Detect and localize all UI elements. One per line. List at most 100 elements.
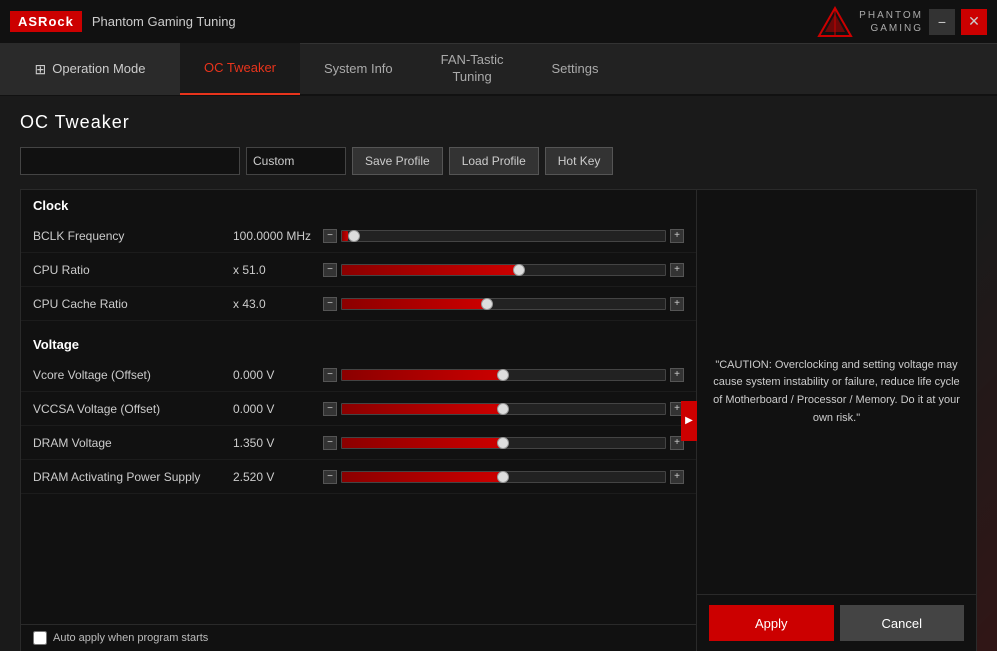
titlebar-left: ASRock Phantom Gaming Tuning [10,11,236,32]
slider-minus[interactable]: − [323,263,337,277]
table-row: CPU Cache Ratio x 43.0 − + [21,287,696,321]
slider-track[interactable] [341,369,666,381]
profile-name-input[interactable] [246,147,346,175]
slider-track[interactable] [341,437,666,449]
table-row: DRAM Voltage 1.350 V − + [21,426,696,460]
setting-label: VCCSA Voltage (Offset) [33,402,233,416]
slider-fill [342,438,504,448]
tab-oc-tweaker[interactable]: OC Tweaker [180,43,300,95]
slider-fill [342,265,520,275]
slider-track[interactable] [341,471,666,483]
setting-value: x 43.0 [233,297,323,311]
slider-container: − + [323,229,684,243]
warning-box: "CAUTION: Overclocking and setting volta… [697,189,977,595]
slider-thumb [481,298,493,310]
auto-apply-checkbox[interactable] [33,631,47,645]
slider-plus[interactable]: + [670,229,684,243]
slider-fill [342,370,504,380]
load-profile-button[interactable]: Load Profile [449,147,539,175]
slider-minus[interactable]: − [323,368,337,382]
slider-thumb [497,471,509,483]
tab-system-info[interactable]: System Info [300,43,417,95]
slider-fill [342,404,504,414]
setting-label: Vcore Voltage (Offset) [33,368,233,382]
tab-label: System Info [324,61,393,78]
table-row: DRAM Activating Power Supply 2.520 V − + [21,460,696,494]
phantom-logo: PHANTOM GAMING [817,6,923,38]
tab-label: Operation Mode [52,61,145,78]
slider-track[interactable] [341,403,666,415]
slider-plus[interactable]: + [670,470,684,484]
tab-fan-tastic[interactable]: FAN-TasticTuning [417,43,528,95]
slider-minus[interactable]: − [323,436,337,450]
slider-plus[interactable]: + [670,297,684,311]
setting-label: DRAM Activating Power Supply [33,470,233,484]
slider-track[interactable] [341,264,666,276]
tab-label: OC Tweaker [204,60,276,77]
app-title: Phantom Gaming Tuning [92,14,236,29]
auto-apply-row: Auto apply when program starts [21,624,696,651]
slider-thumb [497,403,509,415]
slider-container: − + [323,297,684,311]
slider-container: − + [323,436,684,450]
setting-label: DRAM Voltage [33,436,233,450]
hot-key-button[interactable]: Hot Key [545,147,614,175]
setting-value: 0.000 V [233,402,323,416]
auto-apply-label: Auto apply when program starts [53,632,208,644]
minimize-button[interactable]: − [929,9,955,35]
setting-value: 2.520 V [233,470,323,484]
slider-minus[interactable]: − [323,229,337,243]
setting-value: 100.0000 MHz [233,229,323,243]
close-button[interactable]: ✕ [961,9,987,35]
navbar: ⊞ Operation Mode OC Tweaker System Info … [0,44,997,96]
slider-fill [342,299,487,309]
slider-thumb [348,230,360,242]
slider-minus[interactable]: − [323,470,337,484]
setting-label: CPU Cache Ratio [33,297,233,311]
clock-section-header: Clock [21,190,696,219]
slider-container: − + [323,368,684,382]
slider-minus[interactable]: − [323,402,337,416]
warning-text: "CAUTION: Overclocking and setting volta… [713,357,960,427]
save-profile-button[interactable]: Save Profile [352,147,443,175]
slider-container: − + [323,470,684,484]
settings-scroll[interactable]: Clock BCLK Frequency 100.0000 MHz − + C [21,190,696,651]
asrock-logo: ASRock [10,11,82,32]
slider-thumb [497,369,509,381]
slider-plus[interactable]: + [670,368,684,382]
page-title: OC Tweaker [20,112,977,133]
slider-container: − + [323,402,684,416]
main-content: OC Tweaker Save Profile Load Profile Hot… [0,96,997,651]
titlebar: ASRock Phantom Gaming Tuning PHANTOM GAM… [0,0,997,44]
setting-value: 0.000 V [233,368,323,382]
settings-area: Clock BCLK Frequency 100.0000 MHz − + C [20,189,697,651]
apply-button[interactable]: Apply [709,605,834,641]
table-row: VCCSA Voltage (Offset) 0.000 V − + [21,392,696,426]
slider-container: − + [323,263,684,277]
tab-operation-mode[interactable]: ⊞ Operation Mode [0,43,180,95]
tweaker-panel: Clock BCLK Frequency 100.0000 MHz − + C [20,189,977,651]
profile-dropdown[interactable] [20,147,240,175]
slider-track[interactable] [341,230,666,242]
collapse-panel-button[interactable]: ▶ [681,401,697,441]
cancel-button[interactable]: Cancel [840,605,965,641]
table-row: BCLK Frequency 100.0000 MHz − + [21,219,696,253]
slider-track[interactable] [341,298,666,310]
voltage-section-header: Voltage [21,329,696,358]
table-row: Vcore Voltage (Offset) 0.000 V − + [21,358,696,392]
table-row: CPU Ratio x 51.0 − + [21,253,696,287]
slider-thumb [497,437,509,449]
tab-settings[interactable]: Settings [528,43,623,95]
tab-label: Settings [552,61,599,78]
setting-value: x 51.0 [233,263,323,277]
right-panel: ▶ "CAUTION: Overclocking and setting vol… [697,189,977,651]
titlebar-right: PHANTOM GAMING − ✕ [817,6,987,38]
slider-minus[interactable]: − [323,297,337,311]
setting-label: CPU Ratio [33,263,233,277]
slider-plus[interactable]: + [670,263,684,277]
profile-row: Save Profile Load Profile Hot Key [20,147,977,175]
phantom-logo-icon [817,6,853,38]
setting-value: 1.350 V [233,436,323,450]
tab-label: FAN-TasticTuning [441,52,504,86]
setting-label: BCLK Frequency [33,229,233,243]
